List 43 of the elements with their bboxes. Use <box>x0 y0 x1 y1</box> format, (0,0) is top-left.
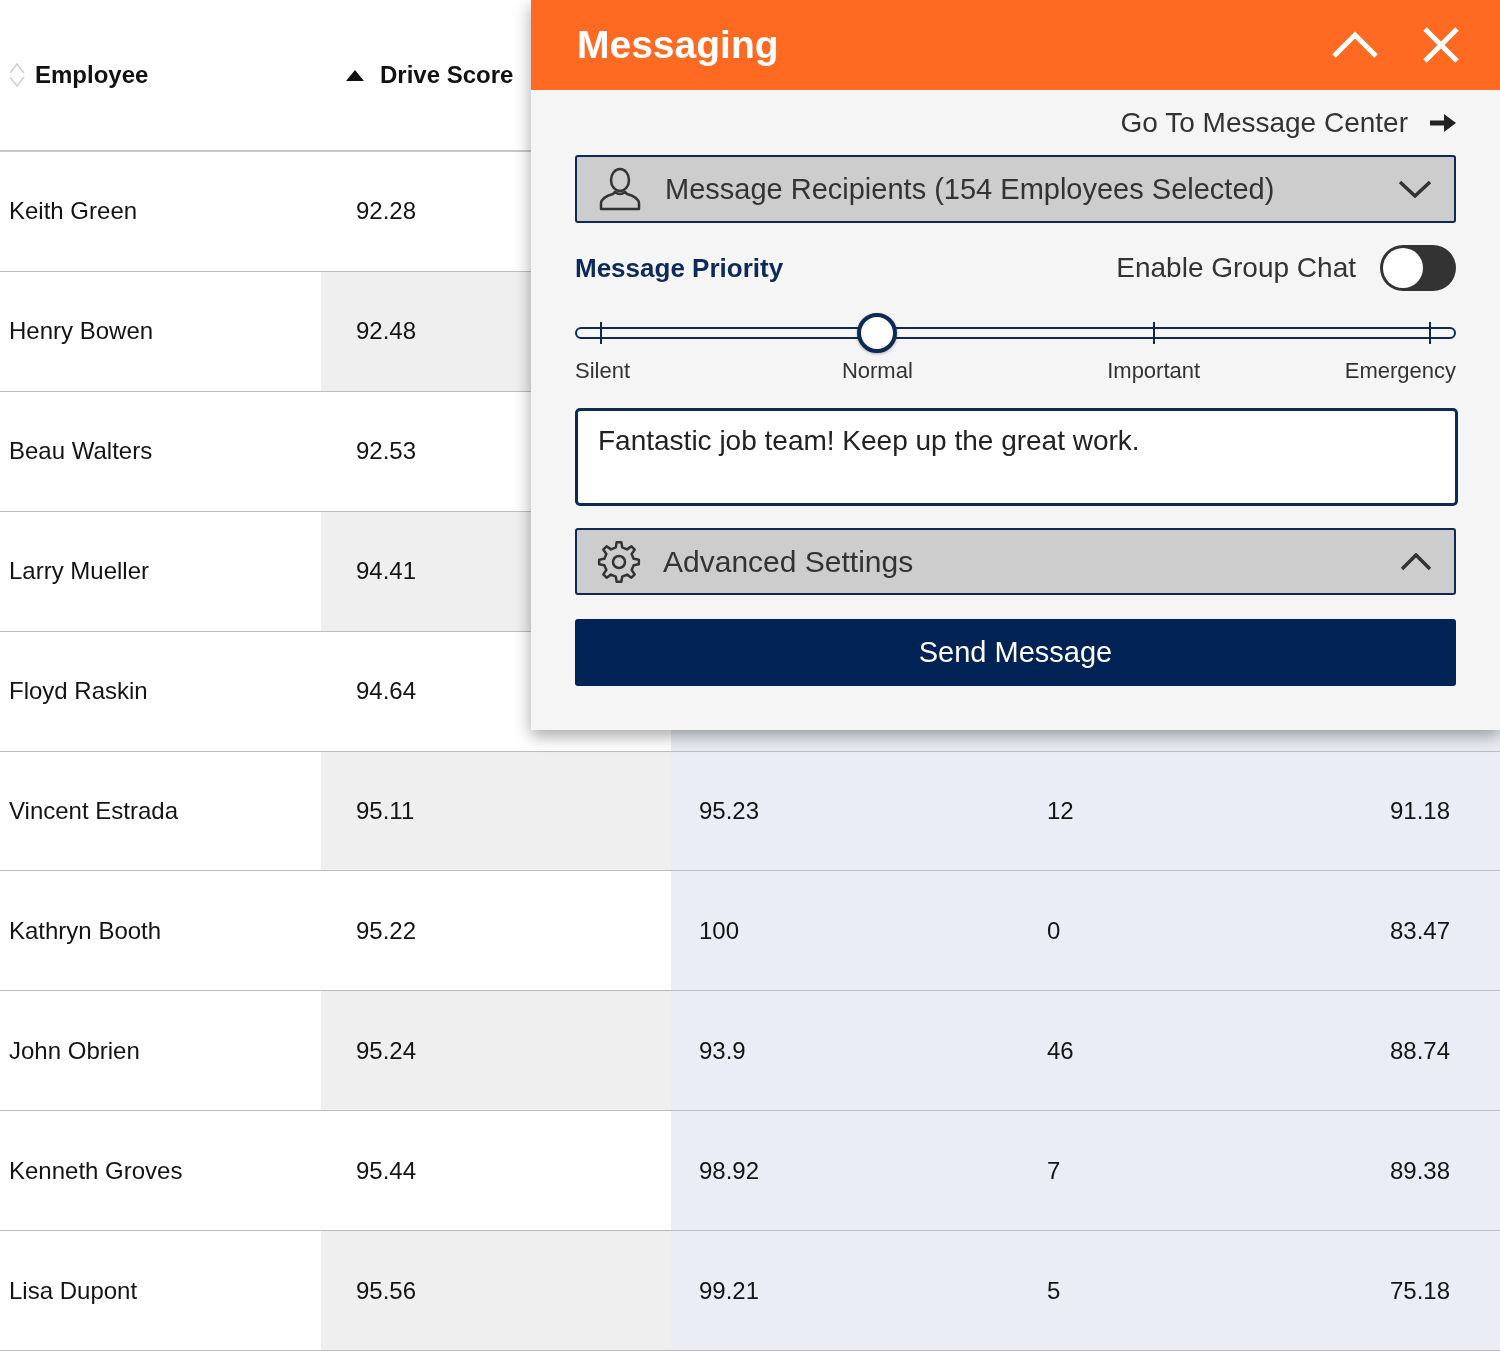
chevron-down-icon <box>1398 180 1432 198</box>
close-button[interactable] <box>1422 26 1460 64</box>
recipients-dropdown[interactable]: Message Recipients (154 Employees Selected) <box>575 155 1456 223</box>
slider-stop-label: Silent <box>575 358 631 384</box>
table-cell: 95.23 <box>671 751 1021 872</box>
slider-stop-label: Normal <box>841 358 913 384</box>
slider-thumb[interactable] <box>857 313 898 353</box>
table-cell: 5 <box>1021 1231 1261 1351</box>
table-cell: 93.9 <box>671 991 1021 1112</box>
tick-mark <box>1429 322 1431 344</box>
tick-mark <box>1152 322 1155 344</box>
table-cell: 100 <box>671 871 1021 992</box>
close-icon <box>1422 26 1460 64</box>
table-cell: 12 <box>1021 751 1261 872</box>
advanced-settings-button[interactable]: Advanced Settings <box>575 528 1456 595</box>
priority-slider[interactable] <box>575 313 1456 353</box>
slider-stop-label: Important <box>1107 358 1201 384</box>
table-cell: 95.11 <box>321 751 671 872</box>
arrow-right-icon <box>1430 113 1456 133</box>
send-message-button[interactable]: Send Message <box>575 619 1456 686</box>
table-cell: 75.18 <box>1260 1231 1500 1351</box>
table-cell: 98.92 <box>671 1111 1021 1232</box>
gear-icon <box>597 539 641 584</box>
table-cell: 99.21 <box>671 1231 1021 1351</box>
table-cell: 46 <box>1021 991 1261 1112</box>
message-center-link[interactable]: Go To Message Center <box>1120 106 1456 140</box>
table-cell: 7 <box>1021 1111 1261 1232</box>
table-cell: 88.74 <box>1260 991 1500 1112</box>
chevron-up-icon <box>1331 31 1379 59</box>
tick-mark <box>600 322 602 344</box>
table-cell: 0 <box>1021 871 1261 992</box>
slider-stop-label: Emergency <box>1344 358 1456 384</box>
group-chat-toggle[interactable] <box>1380 245 1456 291</box>
group-chat-label: Enable Group Chat <box>1116 252 1356 284</box>
table-cell: 91.18 <box>1260 751 1500 872</box>
message-field[interactable]: Fantastic job team! Keep up the great work. <box>575 408 1458 506</box>
person-icon <box>599 167 641 211</box>
chevron-up-icon <box>1400 552 1432 571</box>
table-cell: 95.24 <box>321 991 671 1112</box>
table-cell: 95.56 <box>321 1231 671 1351</box>
collapse-button[interactable] <box>1331 31 1379 59</box>
table-cell: 83.47 <box>1260 871 1500 992</box>
table-cell: 89.38 <box>1260 1111 1500 1232</box>
